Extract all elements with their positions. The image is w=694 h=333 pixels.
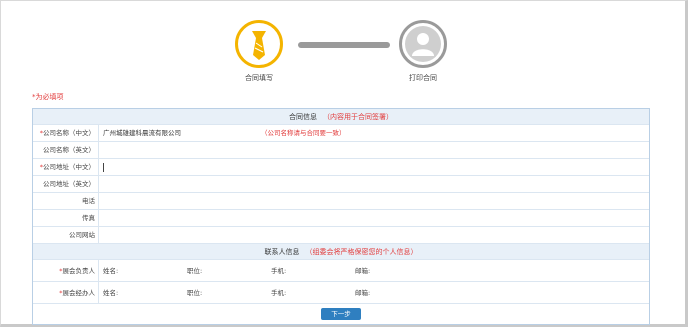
section-hint: （内容用于合同签署） bbox=[323, 112, 393, 121]
company-name-en-input[interactable] bbox=[99, 142, 649, 158]
contact-row-manager: *展会负责人 姓名: 职位: 手机: 邮箱: bbox=[33, 260, 649, 282]
field-label: 电话 bbox=[33, 193, 99, 209]
contract-form: 合同信息 （内容用于合同签署） *公司名称（中文） 广州城雄建科晨流有限公司 （… bbox=[32, 108, 650, 325]
field-label: *展会经办人 bbox=[33, 282, 99, 303]
field-label: 公司名称（英文） bbox=[33, 142, 99, 158]
field-row-website: 公司网站 bbox=[33, 227, 649, 244]
next-step-button[interactable]: 下一步 bbox=[321, 308, 361, 320]
contract-section-header: 合同信息 （内容用于合同签署） bbox=[33, 109, 649, 125]
field-row-company-en: 公司名称（英文） bbox=[33, 142, 649, 159]
name-field[interactable]: 姓名: bbox=[103, 282, 118, 304]
required-note: *为必填项 bbox=[32, 93, 64, 101]
field-row-address-cn: *公司地址（中文） bbox=[33, 159, 649, 176]
section-title: 合同信息 bbox=[289, 112, 317, 121]
field-label: 公司网站 bbox=[33, 227, 99, 243]
phone-input[interactable] bbox=[99, 193, 649, 209]
address-cn-input[interactable] bbox=[99, 159, 649, 175]
field-hint: （公司名称请与合同要一致） bbox=[261, 129, 346, 137]
tie-icon bbox=[252, 31, 266, 60]
field-row-fax: 传真 bbox=[33, 210, 649, 227]
mobile-field[interactable]: 手机: bbox=[271, 260, 286, 282]
field-label: *展会负责人 bbox=[33, 260, 99, 281]
mobile-field[interactable]: 手机: bbox=[271, 282, 286, 304]
contact-fields: 姓名: 职位: 手机: 邮箱: bbox=[99, 260, 649, 281]
website-input[interactable] bbox=[99, 227, 649, 243]
contact-row-handler: *展会经办人 姓名: 职位: 手机: 邮箱: bbox=[33, 282, 649, 304]
step-progress-line bbox=[298, 42, 390, 48]
step-label-print: 打印合同 bbox=[409, 74, 437, 82]
step-print-contract bbox=[399, 20, 447, 68]
email-field[interactable]: 邮箱: bbox=[355, 260, 370, 282]
field-row-address-en: 公司地址（英文） bbox=[33, 176, 649, 193]
field-label: *公司地址（中文） bbox=[33, 159, 99, 175]
field-row-phone: 电话 bbox=[33, 193, 649, 210]
field-label: 公司地址（英文） bbox=[33, 176, 99, 192]
field-label: 传真 bbox=[33, 210, 99, 226]
title-field[interactable]: 职位: bbox=[187, 260, 202, 282]
address-en-input[interactable] bbox=[99, 176, 649, 192]
contact-section-header: 联系人信息 （组委会将严格保密您的个人信息） bbox=[33, 244, 649, 260]
step-write-contract bbox=[235, 20, 283, 68]
text-cursor bbox=[103, 163, 104, 172]
form-footer: 下一步 bbox=[33, 304, 649, 324]
section-title: 联系人信息 bbox=[264, 247, 300, 256]
section-hint: （组委会将严格保密您的个人信息） bbox=[305, 247, 418, 256]
email-field[interactable]: 邮箱: bbox=[355, 282, 370, 304]
field-label: *公司名称（中文） bbox=[33, 125, 99, 141]
field-row-company-cn: *公司名称（中文） 广州城雄建科晨流有限公司 （公司名称请与合同要一致） bbox=[33, 125, 649, 142]
fax-input[interactable] bbox=[99, 210, 649, 226]
name-field[interactable]: 姓名: bbox=[103, 260, 118, 282]
title-field[interactable]: 职位: bbox=[187, 282, 202, 304]
step-label-write: 合同填写 bbox=[245, 74, 273, 82]
person-icon bbox=[412, 33, 434, 56]
contact-fields: 姓名: 职位: 手机: 邮箱: bbox=[99, 282, 649, 303]
company-name-cn-input[interactable]: 广州城雄建科晨流有限公司 （公司名称请与合同要一致） bbox=[99, 125, 649, 141]
